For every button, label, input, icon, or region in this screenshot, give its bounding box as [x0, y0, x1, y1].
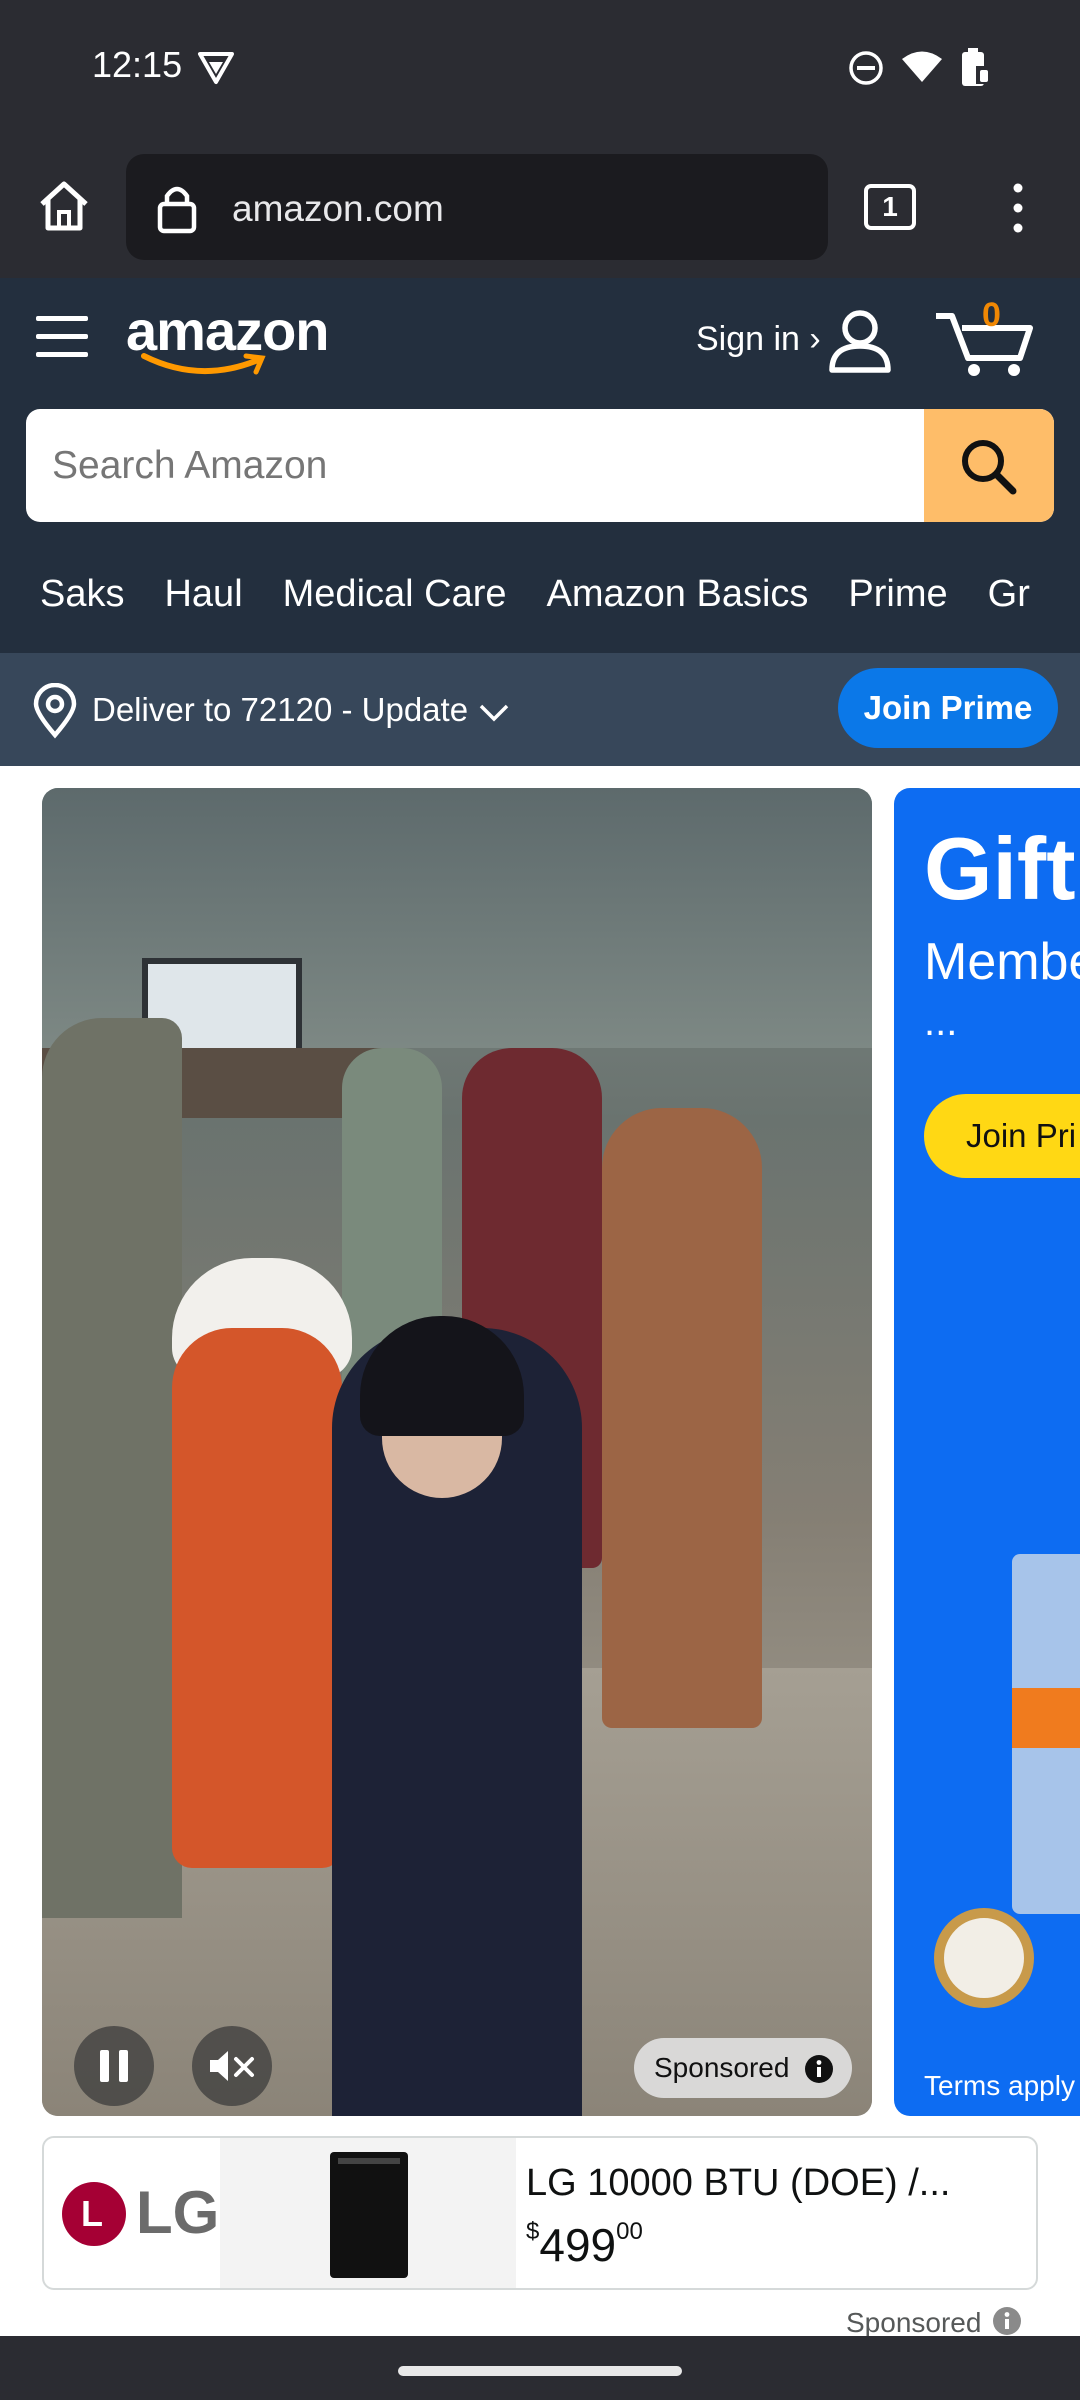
- price-symbol: $: [526, 2218, 540, 2245]
- price-fraction: 00: [616, 2218, 643, 2245]
- price-whole: 499: [539, 2219, 617, 2271]
- cart-button[interactable]: 0: [934, 296, 1044, 380]
- promo-title: Gift: [924, 819, 1076, 918]
- tab-switcher-button[interactable]: 1: [864, 184, 916, 230]
- info-icon: [992, 2307, 1021, 2335]
- product-image: [220, 2138, 516, 2288]
- product-title: LG 10000 BTU (DOE) /...: [526, 2162, 951, 2204]
- product-price: $49900: [526, 2218, 643, 2272]
- url-text: amazon.com: [232, 188, 444, 229]
- vpn-shield-icon: [198, 52, 234, 84]
- system-navigation-bar: [0, 2336, 1080, 2400]
- chevron-down-icon: [479, 704, 509, 722]
- more-options-icon[interactable]: [1000, 180, 1036, 236]
- video-person: [42, 1018, 182, 1918]
- address-bar[interactable]: amazon.com: [126, 154, 828, 260]
- hamburger-menu-icon[interactable]: [34, 312, 90, 362]
- nav-link-medical-care[interactable]: Medical Care: [283, 540, 507, 624]
- pause-button[interactable]: [74, 2026, 154, 2106]
- account-icon[interactable]: [826, 308, 894, 374]
- do-not-disturb-icon: [849, 51, 883, 85]
- browser-toolbar: amazon.com 1: [0, 140, 1080, 278]
- join-prime-button[interactable]: Join Prime: [838, 668, 1058, 748]
- sponsored-badge[interactable]: Sponsored: [634, 2038, 852, 2098]
- nav-link-amazon-basics[interactable]: Amazon Basics: [547, 540, 809, 624]
- delivery-text: Deliver to 72120 - Update: [92, 691, 469, 728]
- nav-link-saks[interactable]: Saks: [40, 540, 124, 624]
- main-content: Sponsored Gift Membe ... Join Pri Terms …: [0, 766, 1080, 2336]
- sponsored-label: Sponsored: [654, 2052, 790, 2083]
- battery-saver-icon: [962, 48, 990, 86]
- watch-image: [934, 1908, 1034, 2008]
- lg-logo-icon: L: [62, 2182, 126, 2246]
- nav-link-haul[interactable]: Haul: [164, 540, 242, 624]
- promo-join-prime-button[interactable]: Join Pri: [924, 1094, 1080, 1178]
- brand-logo-text: LG: [136, 2179, 220, 2246]
- delivery-bar: Deliver to 72120 - Update Join Prime: [0, 653, 1080, 766]
- nav-link-prime[interactable]: Prime: [848, 540, 947, 624]
- ad-sponsored-text: Sponsored: [846, 2307, 982, 2336]
- lock-icon: [157, 186, 197, 234]
- search-input[interactable]: [26, 409, 926, 522]
- gift-box-ribbon: [1012, 1688, 1080, 1748]
- prime-promo-card[interactable]: Gift Membe ... Join Pri Terms apply: [894, 788, 1080, 2116]
- amazon-header: amazon Sign in › 0 Saks Haul Medical Care A…: [0, 278, 1080, 653]
- delivery-location-button[interactable]: Deliver to 72120 - Update: [0, 653, 540, 766]
- ad-sponsored-label[interactable]: Sponsored: [846, 2306, 1022, 2336]
- info-icon: [805, 2055, 833, 2083]
- home-icon[interactable]: [34, 176, 94, 236]
- status-time: 12:15: [92, 44, 183, 85]
- status-bar: 12:15: [0, 0, 1080, 140]
- promo-subtitle: Membe: [924, 933, 1080, 991]
- search-bar: [26, 409, 1054, 522]
- muted-speaker-icon: [210, 2051, 254, 2081]
- wifi-icon: [902, 51, 942, 82]
- search-button[interactable]: [924, 409, 1054, 522]
- mute-button[interactable]: [192, 2026, 272, 2106]
- logo-smile-icon: [141, 353, 266, 375]
- amazon-logo[interactable]: amazon: [126, 298, 346, 380]
- sponsored-product-ad[interactable]: L LG LG 10000 BTU (DOE) /... $49900: [42, 2136, 1038, 2290]
- video-person: [602, 1108, 762, 1728]
- video-ad-card[interactable]: Sponsored: [42, 788, 872, 2116]
- search-icon: [962, 440, 1017, 495]
- sign-in-link[interactable]: Sign in ›: [696, 320, 821, 359]
- promo-terms: Terms apply: [924, 2070, 1075, 2101]
- promo-ellipsis: ...: [924, 1000, 958, 1044]
- nav-links: Saks Haul Medical Care Amazon Basics Prime Gr: [0, 540, 1080, 650]
- home-gesture-handle[interactable]: [398, 2366, 682, 2376]
- video-person: [172, 1328, 342, 1868]
- nav-link-gr[interactable]: Gr: [988, 540, 1030, 624]
- pause-icon: [100, 2050, 128, 2082]
- cart-count: 0: [982, 296, 1001, 334]
